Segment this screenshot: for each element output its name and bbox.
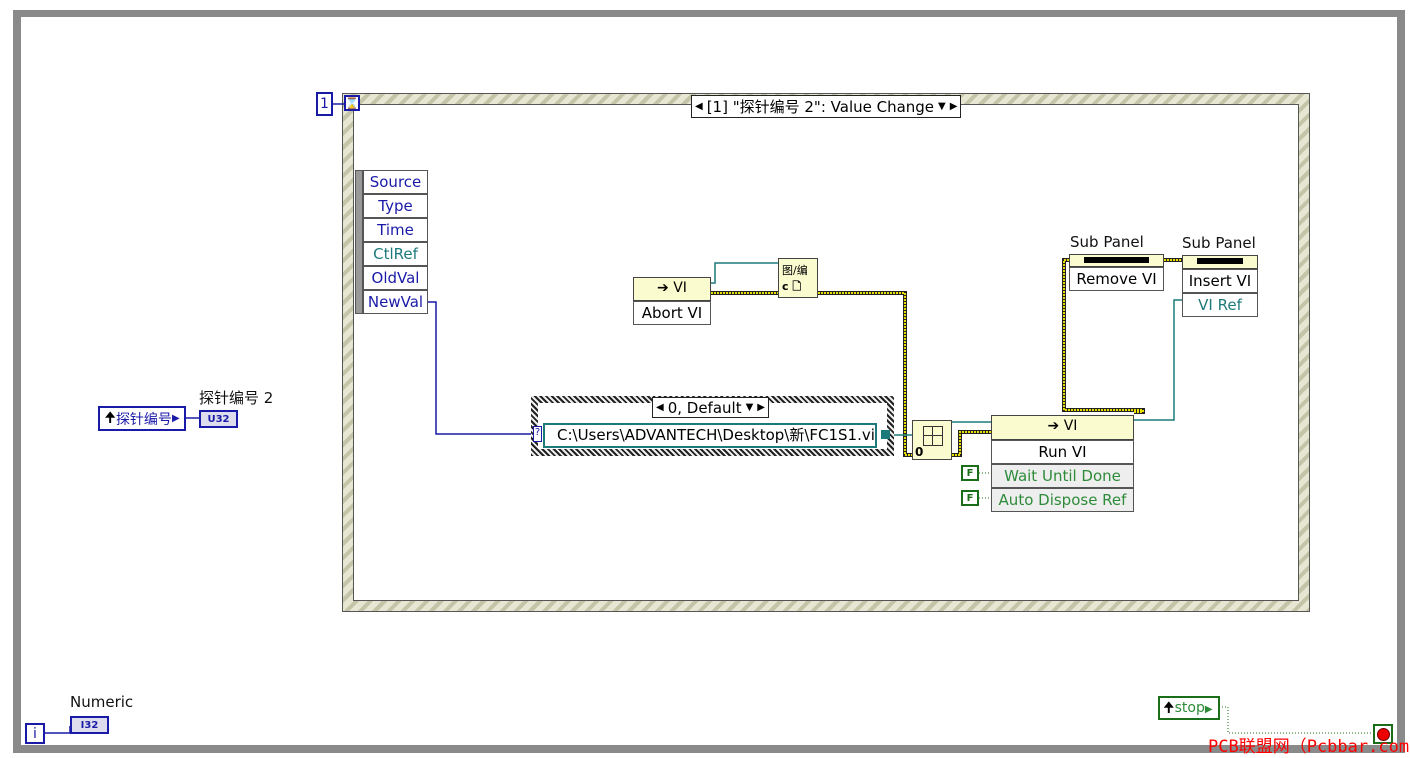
prev-arrow-icon[interactable]: ◀ xyxy=(656,402,664,413)
auto-dispose-ref-param[interactable]: Auto Dispose Ref xyxy=(991,488,1134,512)
event-data-oldval[interactable]: OldVal xyxy=(363,266,428,290)
prev-arrow-icon[interactable]: ◀ xyxy=(695,101,703,112)
next-arrow-icon[interactable]: ▶ xyxy=(950,101,958,112)
case-selector-label: 0, Default xyxy=(667,398,742,417)
iteration-terminal: i xyxy=(25,723,45,744)
probe-indicator[interactable]: U32 xyxy=(199,410,238,428)
run-class-header: ➔ VI xyxy=(991,415,1134,440)
node-glyph: 图/编 xyxy=(782,264,808,277)
dropdown-icon[interactable]: ▼ xyxy=(938,101,946,112)
arrow-icon: ➔ xyxy=(657,280,674,296)
insert-vi-node[interactable]: Insert VI VI Ref xyxy=(1182,255,1258,317)
open-reference-node[interactable]: 图/编 c 🗋 xyxy=(778,258,818,298)
insert-method: Insert VI xyxy=(1182,269,1258,293)
run-method: Run VI xyxy=(991,440,1134,464)
case-selector-terminal: ? xyxy=(533,426,542,442)
subpanel-header xyxy=(1182,255,1258,269)
node-sub: c 🗋 xyxy=(782,280,802,293)
numeric-label: Numeric xyxy=(70,693,134,711)
insert-node-label: Sub Panel xyxy=(1182,234,1256,252)
arrow-icon: ➔ xyxy=(1047,418,1064,434)
error-wire xyxy=(952,430,991,457)
abort-vi-node[interactable]: ➔ VI Abort VI xyxy=(633,277,711,325)
watermark: PCB联盟网（Pcbbar.com） xyxy=(1208,737,1410,757)
event-data-node: Source Type Time CtlRef OldVal NewVal xyxy=(363,170,428,314)
event-selector-label: [1] "探针编号 2": Value Change xyxy=(706,98,935,116)
tunnel xyxy=(881,430,890,439)
false-constant[interactable]: F xyxy=(961,465,979,481)
file-icon: 🗋 xyxy=(792,280,802,293)
timeout-hourglass-icon[interactable]: ⌛ xyxy=(344,95,360,111)
vi-ref-param[interactable]: VI Ref xyxy=(1182,293,1258,317)
case-selector[interactable]: ◀ 0, Default ▼ ▶ xyxy=(652,397,769,418)
vi-ref-wire xyxy=(1134,299,1182,421)
event-data-ctlref[interactable]: CtlRef xyxy=(363,242,428,266)
control-arrow-icon: 🠉 xyxy=(1163,700,1175,716)
stop-wire xyxy=(1219,706,1373,734)
ref-wire xyxy=(711,262,778,284)
subpanel-header xyxy=(1069,254,1164,267)
remove-method: Remove VI xyxy=(1069,267,1164,291)
remove-vi-node[interactable]: Remove VI xyxy=(1069,254,1164,291)
split-value: 0 xyxy=(915,445,924,459)
remove-node-label: Sub Panel xyxy=(1070,233,1144,251)
split-node[interactable]: 0 xyxy=(912,420,952,460)
probe-control-terminal[interactable]: 🠉 探针编号 ▶ xyxy=(98,406,186,431)
event-data-type[interactable]: Type xyxy=(363,194,428,218)
stop-button-terminal[interactable]: 🠉stop▶ xyxy=(1158,696,1220,720)
numeric-indicator[interactable]: I32 xyxy=(70,716,109,734)
probe-indicator-label: 探针编号 2 xyxy=(199,389,274,407)
run-vi-node[interactable]: ➔ VI Run VI Wait Until Done Auto Dispose… xyxy=(991,415,1134,512)
event-data-time[interactable]: Time xyxy=(363,218,428,242)
path-constant[interactable]: C:\Users\ADVANTECH\Desktop\新\FC1S1.vi xyxy=(543,423,877,448)
dropdown-icon[interactable]: ▼ xyxy=(746,402,754,413)
event-selector[interactable]: ◀ [1] "探针编号 2": Value Change ▼ ▶ xyxy=(691,95,962,118)
newval-wire xyxy=(428,301,541,435)
control-arrow-icon: 🠉 xyxy=(104,409,116,426)
false-constant[interactable]: F xyxy=(961,490,979,506)
abort-method: Abort VI xyxy=(633,301,711,325)
event-data-source[interactable]: Source xyxy=(363,170,428,194)
wait-until-done-param[interactable]: Wait Until Done xyxy=(991,464,1134,488)
loop-count-terminal[interactable]: 1 xyxy=(316,92,333,116)
event-data-node-bar xyxy=(355,170,363,314)
grid-icon xyxy=(923,426,943,446)
abort-class-header: ➔ VI xyxy=(633,277,711,301)
next-arrow-icon[interactable]: ▶ xyxy=(757,402,765,413)
event-data-newval[interactable]: NewVal xyxy=(363,290,428,314)
